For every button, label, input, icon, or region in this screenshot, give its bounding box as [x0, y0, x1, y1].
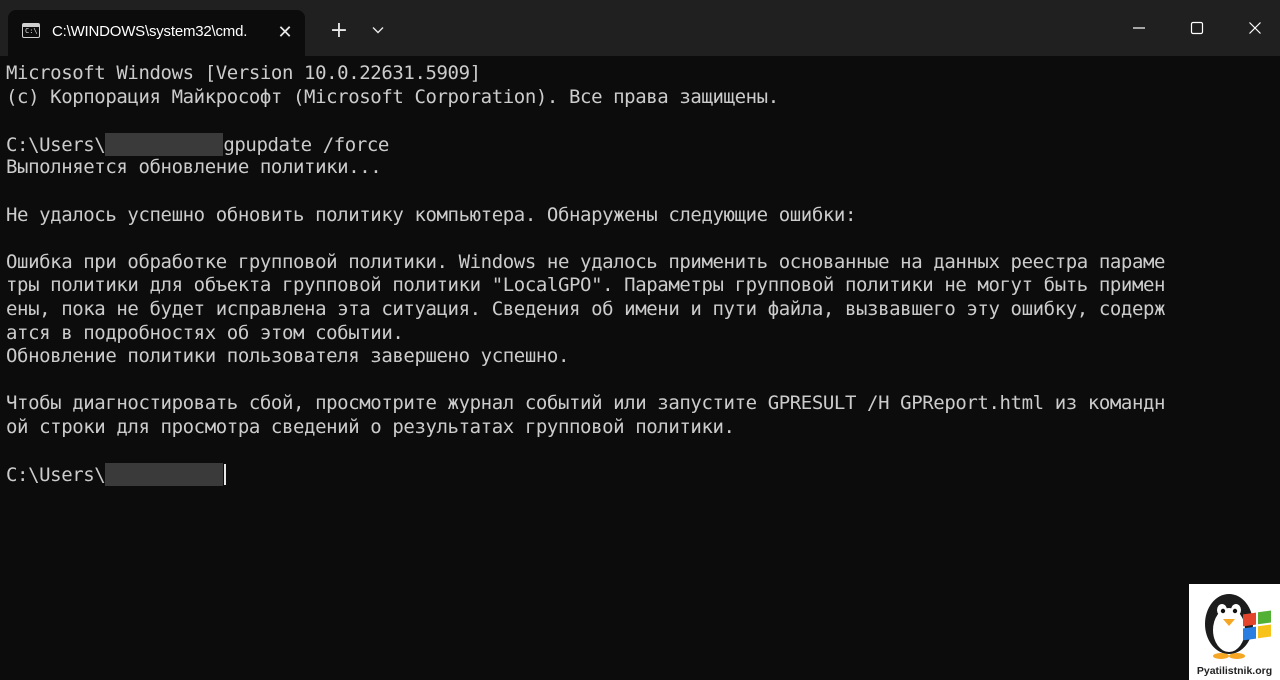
command-text: gpupdate /force [223, 133, 389, 156]
terminal-line: Чтобы диагностировать сбой, просмотрите … [6, 392, 1166, 415]
cmd-console-icon: C:\ [22, 23, 40, 38]
tab-title: C:\WINDOWS\system32\cmd. [52, 23, 248, 40]
watermark-logo: Pyatilistnik.org [1189, 584, 1280, 680]
close-icon [1249, 22, 1261, 34]
terminal-line: атся в подробностях об этом событии. [6, 321, 404, 344]
minimize-button[interactable] [1110, 8, 1168, 48]
terminal-line: тры политики для объекта групповой полит… [6, 274, 1166, 297]
chevron-down-icon [372, 27, 384, 34]
penguin-windows-logo-icon [1205, 594, 1271, 659]
terminal-line: Ошибка при обработке групповой политики.… [6, 250, 1166, 273]
redacted-username [105, 132, 224, 156]
text-cursor [224, 464, 227, 486]
new-tab-button[interactable]: + [324, 15, 354, 45]
close-window-button[interactable] [1226, 8, 1280, 48]
redacted-username [105, 463, 224, 487]
tab-close-button[interactable]: ✕ [272, 19, 298, 45]
terminal-line: (c) Корпорация Майкрософт (Microsoft Cor… [6, 85, 779, 108]
terminal-line: ены, пока не будет исправлена эта ситуац… [6, 297, 1166, 320]
prompt-path: C:\Users\ [6, 464, 106, 487]
terminal-line: Выполняется обновление политики... [6, 156, 382, 179]
terminal-line: ой строки для просмотра сведений о резул… [6, 415, 735, 438]
terminal-output[interactable]: Microsoft Windows [Version 10.0.22631.59… [6, 62, 1256, 672]
prompt-line: C:\Users\ [6, 463, 1256, 487]
terminal-line: Обновление политики пользователя заверше… [6, 345, 569, 368]
prompt-line: C:\Users\ gpupdate /force [6, 132, 1256, 157]
tab-cmd[interactable]: C:\ C:\WINDOWS\system32\cmd. ✕ [8, 10, 305, 56]
tab-dropdown-button[interactable] [363, 15, 393, 45]
terminal-line: Не удалось успешно обновить политику ком… [6, 203, 857, 226]
terminal-line: Microsoft Windows [Version 10.0.22631.59… [6, 62, 481, 84]
maximize-button[interactable] [1168, 8, 1226, 48]
watermark-text: Pyatilistnik.org [1196, 665, 1273, 677]
prompt-path: C:\Users\ [6, 133, 106, 156]
title-bar: C:\ C:\WINDOWS\system32\cmd. ✕ + [0, 0, 1280, 56]
maximize-icon [1190, 21, 1204, 35]
minimize-icon [1133, 27, 1145, 29]
